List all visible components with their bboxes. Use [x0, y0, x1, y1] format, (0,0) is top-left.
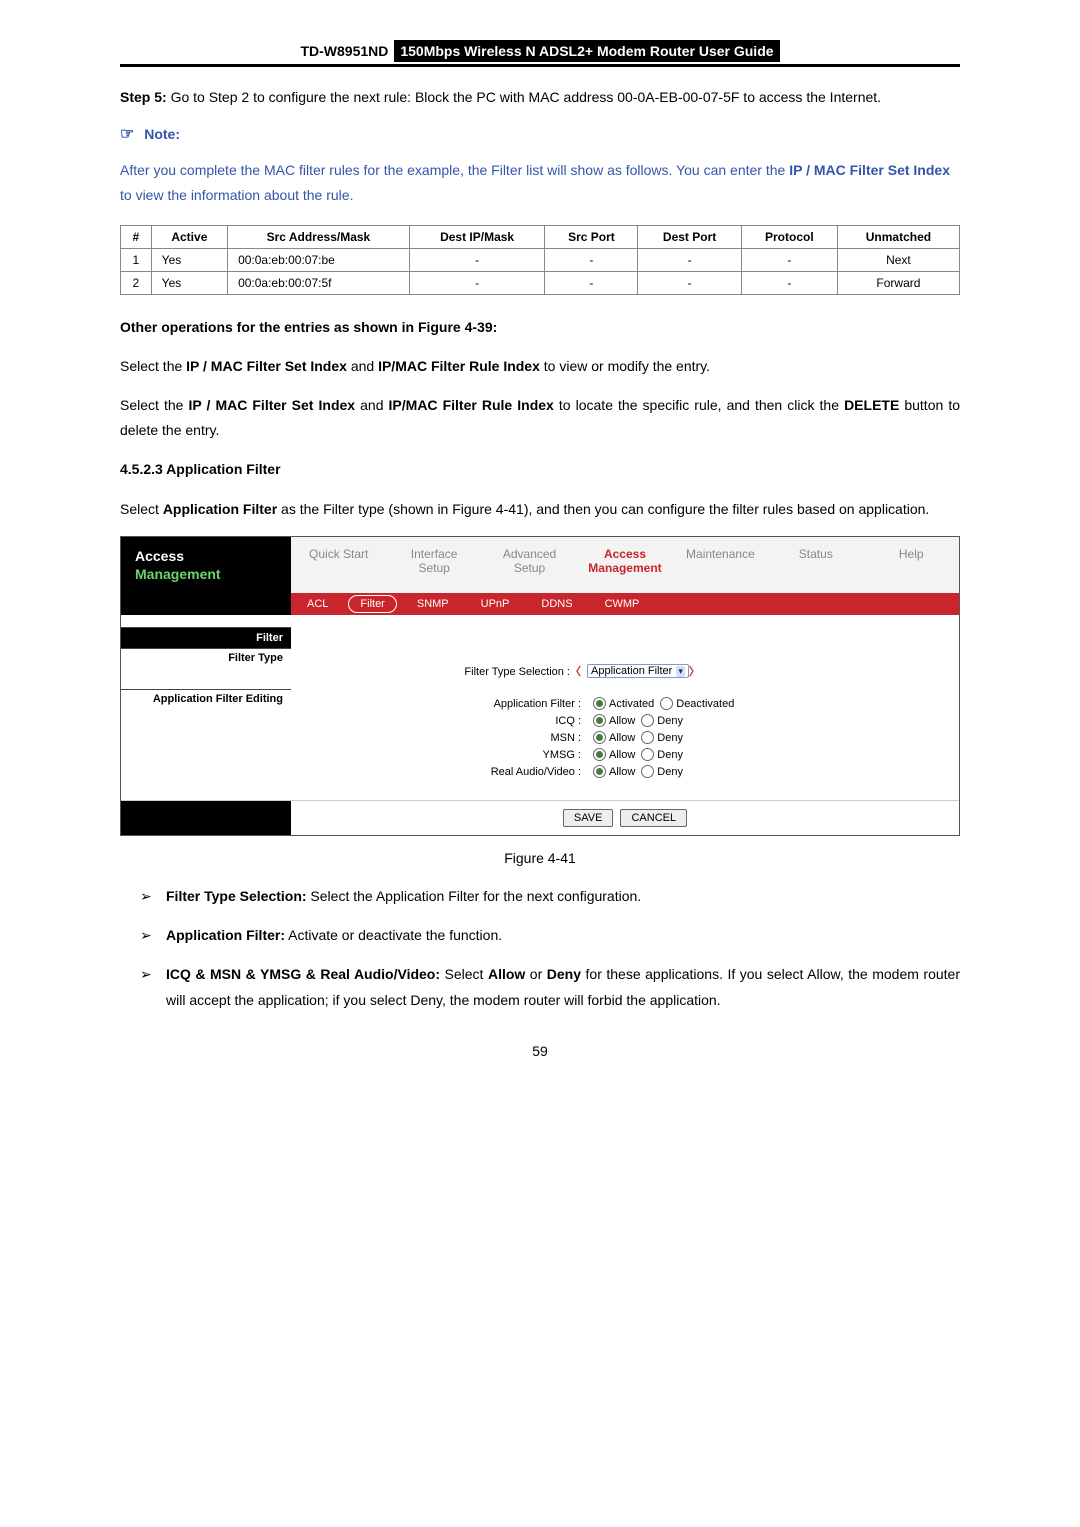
note-body: After you complete the MAC filter rules … — [120, 158, 960, 208]
row-icq: ICQ : Allow Deny — [291, 712, 959, 729]
table-row: 2 Yes 00:0a:eb:00:07:5f - - - - Forward — [121, 271, 960, 294]
row-filter-type-selection: Filter Type Selection :〈 Application Fil… — [291, 661, 959, 681]
other-operations-heading: Other operations for the entries as show… — [120, 315, 960, 340]
subtab-filter[interactable]: Filter — [344, 593, 400, 615]
filter-list-table: # Active Src Address/Mask Dest IP/Mask S… — [120, 225, 960, 295]
radio-msn-allow[interactable] — [593, 731, 606, 744]
tab-advanced-setup[interactable]: Advanced Setup — [482, 537, 577, 593]
page-header: TD-W8951ND 150Mbps Wireless N ADSL2+ Mod… — [120, 40, 960, 67]
page-number: 59 — [120, 1043, 960, 1059]
radio-activated[interactable] — [593, 697, 606, 710]
list-item: Filter Type Selection: Select the Applic… — [140, 884, 960, 909]
radio-ymsg-allow[interactable] — [593, 748, 606, 761]
tab-status[interactable]: Status — [768, 537, 863, 593]
header-title: 150Mbps Wireless N ADSL2+ Modem Router U… — [394, 40, 779, 62]
subtab-snmp[interactable]: SNMP — [401, 593, 465, 615]
radio-deactivated[interactable] — [660, 697, 673, 710]
radio-msn-deny[interactable] — [641, 731, 654, 744]
subtab-acl[interactable]: ACL — [291, 593, 344, 615]
side-filter: Filter — [121, 627, 291, 648]
header-model: TD-W8951ND — [300, 43, 388, 59]
step5-paragraph: Step 5: Go to Step 2 to configure the ne… — [120, 85, 960, 110]
row-rav: Real Audio/Video : Allow Deny — [291, 763, 959, 780]
radio-rav-deny[interactable] — [641, 765, 654, 778]
para-select-delete: Select the IP / MAC Filter Set Index and… — [120, 393, 960, 443]
cancel-button[interactable]: CANCEL — [620, 809, 687, 827]
radio-rav-allow[interactable] — [593, 765, 606, 778]
router-screenshot: Access Management Quick Start Interface … — [120, 536, 960, 836]
list-item: ICQ & MSN & YMSG & Real Audio/Video: Sel… — [140, 962, 960, 1012]
screenshot-title: Access Management — [121, 537, 291, 593]
tab-access-management[interactable]: Access Management — [577, 537, 672, 593]
row-msn: MSN : Allow Deny — [291, 729, 959, 746]
sub-tabs: ACL Filter SNMP UPnP DDNS CWMP — [291, 593, 959, 615]
top-tabs: Quick Start Interface Setup Advanced Set… — [291, 537, 959, 593]
para-select-app-filter: Select Application Filter as the Filter … — [120, 497, 960, 522]
note-label: Note: — [144, 126, 180, 142]
subtab-ddns[interactable]: DDNS — [525, 593, 588, 615]
radio-icq-deny[interactable] — [641, 714, 654, 727]
list-item: Application Filter: Activate or deactiva… — [140, 923, 960, 948]
tab-maintenance[interactable]: Maintenance — [673, 537, 768, 593]
chevron-down-icon: ▾ — [676, 666, 685, 677]
side-editing: Application Filter Editing — [121, 689, 291, 708]
step5-text: Go to Step 2 to configure the next rule:… — [167, 89, 881, 105]
bullet-list: Filter Type Selection: Select the Applic… — [120, 884, 960, 1013]
screenshot-side: Filter Filter Type Application Filter Ed… — [121, 627, 291, 800]
row-application-filter: Application Filter : Activated Deactivat… — [291, 695, 959, 712]
radio-ymsg-deny[interactable] — [641, 748, 654, 761]
screenshot-content: Filter Type Selection :〈 Application Fil… — [291, 627, 959, 800]
tab-help[interactable]: Help — [864, 537, 959, 593]
save-button[interactable]: SAVE — [563, 809, 614, 827]
filter-type-select[interactable]: Application Filter ▾ — [587, 664, 689, 678]
row-ymsg: YMSG : Allow Deny — [291, 746, 959, 763]
hand-point-icon: ☞ — [120, 126, 134, 143]
table-row: 1 Yes 00:0a:eb:00:07:be - - - - Next — [121, 248, 960, 271]
tab-interface-setup[interactable]: Interface Setup — [386, 537, 481, 593]
radio-icq-allow[interactable] — [593, 714, 606, 727]
side-filter-type: Filter Type — [121, 648, 291, 667]
section-heading: 4.5.2.3 Application Filter — [120, 457, 960, 482]
figure-caption: Figure 4-41 — [120, 850, 960, 866]
para-select-view: Select the IP / MAC Filter Set Index and… — [120, 354, 960, 379]
table-header-row: # Active Src Address/Mask Dest IP/Mask S… — [121, 225, 960, 248]
subtab-cwmp[interactable]: CWMP — [589, 593, 656, 615]
subtab-upnp[interactable]: UPnP — [465, 593, 526, 615]
note-heading: ☞ Note: — [120, 124, 960, 144]
tab-quick-start[interactable]: Quick Start — [291, 537, 386, 593]
step5-label: Step 5: — [120, 89, 167, 105]
